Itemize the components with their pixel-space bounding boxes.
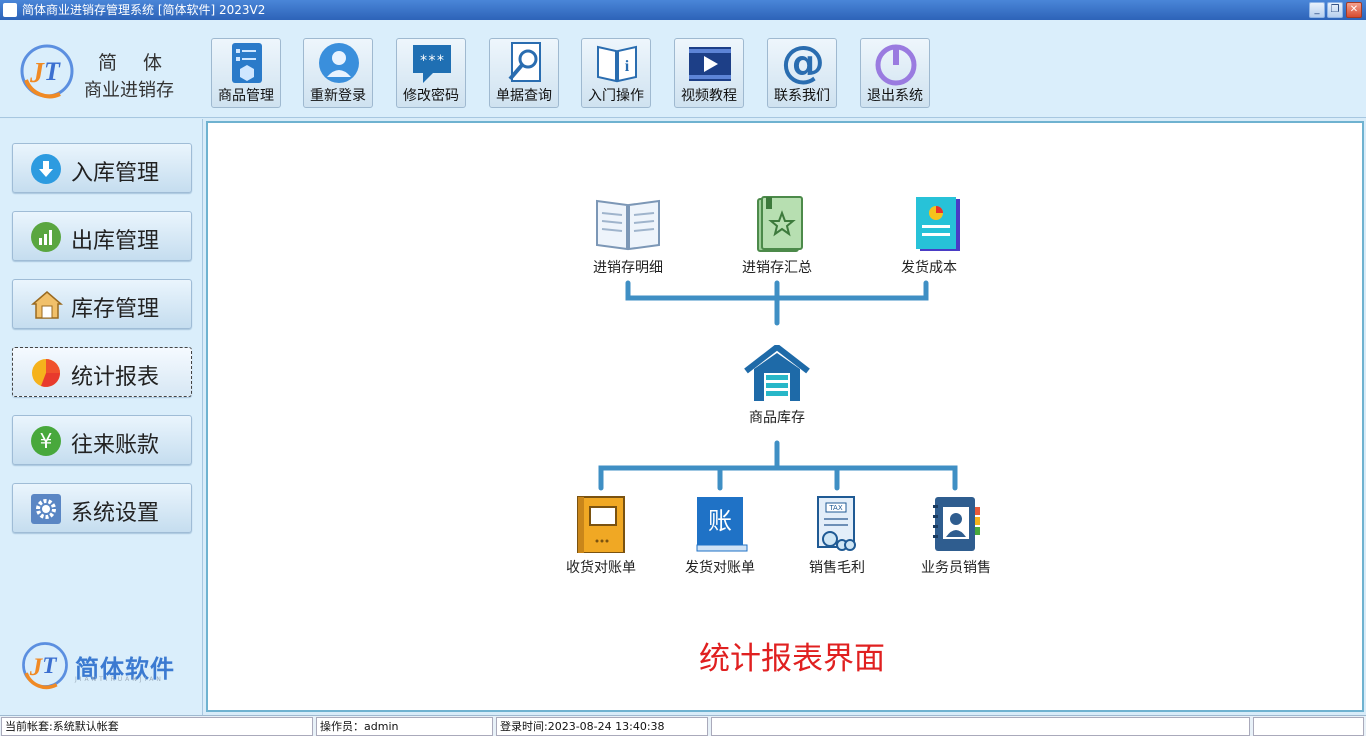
- power-icon: [875, 44, 917, 86]
- orange-book-icon: [577, 496, 625, 553]
- node-product-stock[interactable]: 商品库存: [732, 345, 822, 427]
- sidebar-item-reports[interactable]: 统计报表: [12, 347, 192, 397]
- node-shipping-statement[interactable]: 账 发货对账单: [675, 495, 765, 577]
- toolbar-label: 退出系统: [867, 88, 923, 104]
- svg-text:T: T: [44, 57, 61, 86]
- toolbar-password-button[interactable]: *** 修改密码: [396, 38, 466, 108]
- svg-text:T: T: [42, 653, 57, 679]
- sidebar: 入库管理 出库管理 库存管理 统计报表 ¥ 往来账款 系统设置 J T 简体软件…: [0, 119, 203, 715]
- ledger-book-icon: 账: [696, 497, 748, 552]
- sidebar-item-outbound[interactable]: 出库管理: [12, 211, 192, 261]
- svg-text:@: @: [782, 41, 824, 87]
- toolbar-query-button[interactable]: 单据查询: [489, 38, 559, 108]
- node-label: 业务员销售: [921, 560, 991, 576]
- toolbar-label: 入门操作: [588, 88, 644, 104]
- yen-icon: ¥: [31, 426, 61, 456]
- sidebar-item-inbound[interactable]: 入库管理: [12, 143, 192, 193]
- node-label: 进销存汇总: [742, 260, 812, 276]
- app-icon: [3, 3, 17, 17]
- sidebar-item-settings[interactable]: 系统设置: [12, 483, 192, 533]
- minimize-button[interactable]: _: [1309, 2, 1325, 18]
- sidebar-item-label: 库存管理: [71, 297, 160, 322]
- node-receiving-statement[interactable]: 收货对账单: [556, 495, 646, 577]
- header: J T 简 体 商业进销存 商品管理 重新登录 *** 修改密码 单据查询 i …: [0, 20, 1366, 118]
- restore-button[interactable]: ❐: [1327, 2, 1343, 18]
- company-logo-icon: J T: [22, 642, 68, 690]
- toolbar-label: 视频教程: [681, 88, 737, 104]
- node-label: 发货成本: [901, 260, 957, 276]
- node-salesperson-sales[interactable]: 业务员销售: [911, 495, 1001, 577]
- node-inventory-summary[interactable]: 进销存汇总: [732, 195, 822, 277]
- contact-book-icon: [933, 497, 980, 551]
- status-operator: 操作员：admin: [316, 717, 493, 736]
- main-panel: 进销存明细 进销存汇总 发货成本 商品库存 收货对账单 账 发货对账单 TAX …: [206, 121, 1364, 712]
- brand-logo-icon: J T: [20, 44, 74, 99]
- toolbar-label: 商品管理: [218, 88, 274, 104]
- node-shipping-cost[interactable]: 发货成本: [884, 195, 974, 277]
- status-login-time: 登录时间:2023-08-24 13:40:38: [496, 717, 708, 736]
- toolbar-label: 重新登录: [310, 88, 366, 104]
- arrow-down-icon: [31, 154, 61, 184]
- star-book-icon: [757, 196, 803, 252]
- toolbar-guide-button[interactable]: i 入门操作: [581, 38, 651, 108]
- toolbar-video-button[interactable]: 视频教程: [674, 38, 744, 108]
- brand-subtitle: 商业进销存: [84, 80, 174, 101]
- sidebar-item-label: 入库管理: [71, 161, 160, 186]
- status-panel-empty: [1253, 717, 1364, 736]
- status-account: 当前帐套:系统默认帐套: [1, 717, 313, 736]
- user-icon: [319, 43, 359, 83]
- warehouse-icon: [30, 290, 64, 320]
- company-name-pinyin: JIANTIRUANJIAN: [75, 676, 164, 683]
- node-label: 进销存明细: [593, 260, 663, 276]
- node-sales-margin[interactable]: TAX 销售毛利: [792, 495, 882, 577]
- svg-text:i: i: [625, 58, 630, 75]
- node-label: 销售毛利: [809, 560, 865, 576]
- pie-chart-icon: [31, 358, 61, 388]
- chart-up-icon: [31, 222, 61, 252]
- node-inventory-detail[interactable]: 进销存明细: [583, 195, 673, 277]
- toolbar-relogin-button[interactable]: 重新登录: [303, 38, 373, 108]
- video-icon: [689, 47, 731, 81]
- sidebar-item-label: 往来账款: [71, 433, 160, 458]
- node-label: 发货对账单: [685, 560, 755, 576]
- window-title: 简体商业进销存管理系统 [简体软件] 2023V2: [22, 3, 266, 17]
- sidebar-item-inventory[interactable]: 库存管理: [12, 279, 192, 329]
- gear-icon: [31, 494, 61, 524]
- password-icon: ***: [413, 45, 451, 83]
- brand-name: 简 体: [98, 52, 173, 74]
- svg-text:J: J: [29, 58, 45, 89]
- title-bar: 简体商业进销存管理系统 [简体软件] 2023V2 _ ❐ ✕: [0, 0, 1366, 20]
- status-panel-empty: [711, 717, 1250, 736]
- node-label: 商品库存: [749, 410, 805, 426]
- warehouse-icon: [744, 345, 810, 401]
- toolbar-label: 修改密码: [403, 88, 459, 104]
- sidebar-item-label: 出库管理: [71, 229, 160, 254]
- sidebar-item-label: 系统设置: [71, 501, 160, 526]
- page-caption: 统计报表界面: [699, 641, 885, 677]
- svg-text:***: ***: [419, 53, 444, 69]
- report-icon: [916, 197, 960, 251]
- close-button[interactable]: ✕: [1346, 2, 1362, 18]
- status-bar: 当前帐套:系统默认帐套 操作员：admin 登录时间:2023-08-24 13…: [0, 715, 1366, 736]
- toolbar-label: 联系我们: [774, 88, 830, 104]
- toolbar-product-button[interactable]: 商品管理: [211, 38, 281, 108]
- toolbar-label: 单据查询: [496, 88, 552, 104]
- product-icon: [232, 43, 262, 83]
- toolbar-exit-button[interactable]: 退出系统: [860, 38, 930, 108]
- svg-text:TAX: TAX: [828, 504, 843, 512]
- sidebar-item-accounts[interactable]: ¥ 往来账款: [12, 415, 192, 465]
- sidebar-item-label: 统计报表: [71, 365, 160, 390]
- toolbar-contact-button[interactable]: @ 联系我们: [767, 38, 837, 108]
- tax-doc-icon: TAX: [817, 496, 856, 551]
- svg-text:账: 账: [708, 507, 732, 535]
- open-book-icon: [596, 199, 660, 251]
- info-book-icon: i: [597, 45, 637, 83]
- node-label: 收货对账单: [566, 560, 636, 576]
- at-icon: @: [782, 41, 824, 87]
- search-doc-icon: [508, 42, 541, 82]
